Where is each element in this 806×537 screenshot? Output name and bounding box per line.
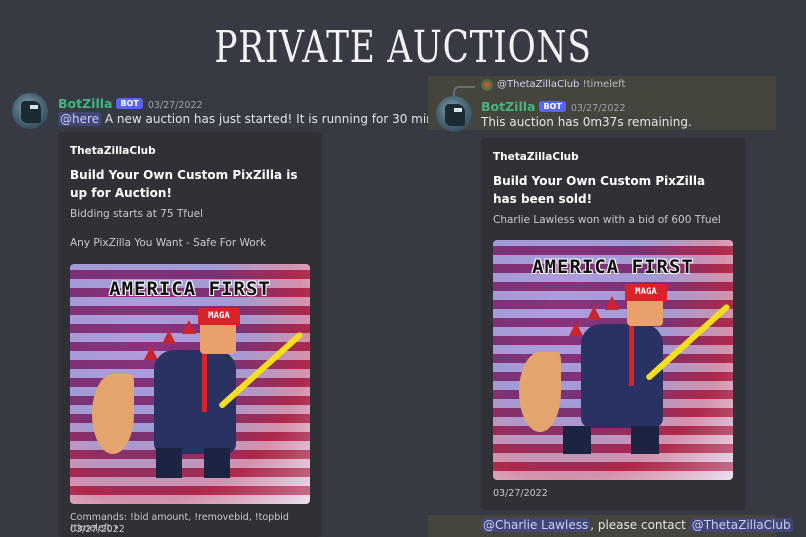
maga-hat: MAGA [198,308,240,325]
username[interactable]: BotZilla [481,99,535,114]
pixzilla-image[interactable]: AMERICA FIRST MAGA [70,264,310,504]
timestamp: 03/27/2022 [570,103,626,114]
embed-author[interactable]: ThetaZillaClub [70,145,156,157]
image-banner-text: AMERICA FIRST [109,278,271,300]
tie-shape [629,326,634,386]
botzilla-avatar[interactable] [436,96,472,132]
leg-shape [563,426,591,454]
leg-shape [204,448,230,478]
embed-description: Any PixZilla You Want - Safe For Work [70,237,267,249]
embed-title: Build Your Own Custom PixZilla is up for… [70,168,298,200]
reply-avatar[interactable] [481,79,493,91]
pixzilla-image[interactable]: AMERICA FIRST MAGA [493,240,733,480]
page-title: PRIVATE AUCTIONS [214,22,592,73]
reply-mention[interactable]: @ThetaZillaClub [497,79,579,90]
spike-shape [182,320,196,334]
embed-footer-date: 03/27/2022 [70,524,125,535]
embed-title: Build Your Own Custom PixZilla has been … [493,174,706,206]
embed-footer-date: 03/27/2022 [493,488,548,499]
bot-badge: BOT [539,101,566,112]
tail-shape [519,352,561,432]
botzilla-avatar[interactable] [12,93,48,129]
sold-embed: ThetaZillaClub Build Your Own Custom Pix… [481,138,746,510]
maga-hat: MAGA [625,284,667,301]
spike-shape [162,330,176,344]
spike-shape [605,296,619,310]
followup-message: @Charlie Lawless, please contact @ThetaZ… [481,518,793,532]
user-mention[interactable]: @Charlie Lawless [481,518,591,532]
message-header: BotZilla BOT 03/27/2022 [481,96,626,115]
username[interactable]: BotZilla [58,96,112,111]
reply-command: !timeleft [582,79,626,90]
here-mention[interactable]: @here [58,112,102,126]
bot-badge: BOT [116,98,143,109]
reply-preview[interactable]: @ThetaZillaClub !timeleft [497,79,625,90]
embed-author[interactable]: ThetaZillaClub [493,151,579,163]
timestamp: 03/27/2022 [147,100,203,111]
image-banner-text: AMERICA FIRST [532,256,694,278]
embed-description: Charlie Lawless won with a bid of 600 Tf… [493,214,721,226]
message-header: BotZilla BOT 03/27/2022 [58,93,203,112]
leg-shape [156,448,182,478]
spike-shape [587,306,601,320]
tie-shape [202,354,207,412]
message-content: @here A new auction has just started! It… [58,112,460,126]
auction-embed: ThetaZillaClub Build Your Own Custom Pix… [58,132,322,537]
tail-shape [92,374,134,454]
message-text: A new auction has just started! It is ru… [104,112,460,126]
spike-shape [569,322,583,336]
message-content: This auction has 0m37s remaining. [481,115,692,129]
club-mention[interactable]: @ThetaZillaClub [689,518,793,532]
leg-shape [631,426,659,454]
followup-text: , please contact [590,518,690,532]
spike-shape [144,346,158,360]
embed-description: Bidding starts at 75 Tfuel [70,208,204,220]
head-shape [200,320,236,354]
